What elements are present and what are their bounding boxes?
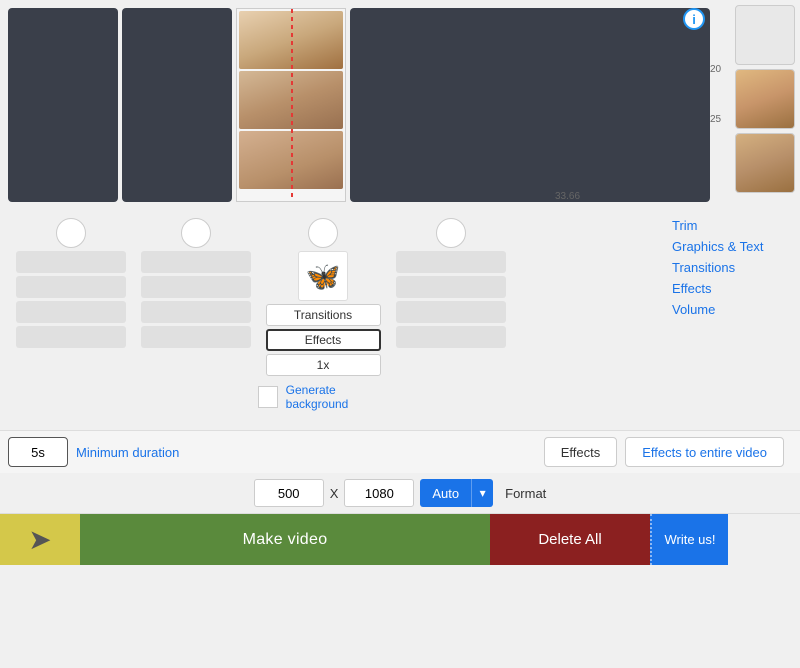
gen-checkbox[interactable]: [258, 386, 278, 408]
clip-circle-4: [436, 218, 466, 248]
arrow-indicator: ➤: [0, 514, 80, 565]
generate-bg-area: Generate background: [258, 383, 388, 411]
right-thumb-img-3: [736, 134, 794, 192]
right-thumbs: [735, 0, 800, 193]
clip-bar-2d: [141, 326, 251, 348]
dim-x-label: X: [330, 486, 339, 501]
sidebar-link-transitions[interactable]: Transitions: [672, 260, 792, 275]
red-line: [291, 9, 293, 201]
clip-bar-4c: [396, 301, 506, 323]
clip-bar-1c: [16, 301, 126, 323]
arrow-right-icon: ➤: [28, 523, 51, 556]
film-strip-panel: [236, 8, 346, 202]
generate-bg-text[interactable]: Generate background: [286, 383, 388, 411]
timeline-num-20: 20: [710, 65, 721, 75]
auto-button[interactable]: Auto: [420, 479, 471, 507]
right-thumb-3: [735, 133, 795, 193]
top-film-strip-section: i 33.66 20 25: [0, 0, 800, 210]
effects-button[interactable]: Effects: [266, 329, 381, 351]
right-thumb-img-2: [736, 70, 794, 128]
clip-bar-2c: [141, 301, 251, 323]
auto-group: Auto ▾: [420, 479, 493, 507]
speed-button[interactable]: 1x: [266, 354, 381, 376]
clip-column-center: 🦋 Transitions Effects 1x Generate backgr…: [258, 218, 388, 411]
sidebar-link-graphics-text[interactable]: Graphics & Text: [672, 239, 792, 254]
clip-bar-1a: [16, 251, 126, 273]
clip-bar-1d: [16, 326, 126, 348]
bottom-controls-bar: Minimum duration Effects Effects to enti…: [0, 430, 800, 473]
right-panel: 20 25: [710, 0, 800, 210]
clip-bar-4b: [396, 276, 506, 298]
clip-bar-4a: [396, 251, 506, 273]
clip-circle-1: [56, 218, 86, 248]
timestamp-33: 33.66: [555, 191, 580, 202]
height-input[interactable]: [344, 479, 414, 507]
right-thumb-blank: [735, 5, 795, 65]
info-icon[interactable]: i: [683, 8, 705, 30]
dark-panel-2: [122, 8, 232, 202]
right-sidebar: Trim Graphics & Text Transitions Effects…: [672, 218, 792, 317]
transitions-button[interactable]: Transitions: [266, 304, 381, 326]
dimension-bar: X Auto ▾ Format: [0, 473, 800, 513]
info-icon-label: i: [692, 12, 696, 27]
delete-all-button[interactable]: Delete All: [490, 514, 650, 565]
format-label: Format: [505, 486, 546, 501]
sidebar-link-effects[interactable]: Effects: [672, 281, 792, 296]
film-strip-area: [0, 0, 800, 210]
clip-bar-4d: [396, 326, 506, 348]
middle-section: 🦋 Transitions Effects 1x Generate backgr…: [0, 210, 800, 430]
clip-circle-center: [308, 218, 338, 248]
clip-bar-2a: [141, 251, 251, 273]
sidebar-link-volume[interactable]: Volume: [672, 302, 792, 317]
clip-column-1: [8, 218, 133, 348]
clip-bar-1b: [16, 276, 126, 298]
clip-bar-2b: [141, 276, 251, 298]
dark-panel-4: [350, 8, 710, 202]
effects-btn[interactable]: Effects: [544, 437, 618, 467]
width-input[interactable]: [254, 479, 324, 507]
effects-entire-btn[interactable]: Effects to entire video: [625, 437, 784, 467]
auto-chevron-button[interactable]: ▾: [471, 479, 493, 507]
timeline-num-25: 25: [710, 115, 721, 125]
butterfly-emoji: 🦋: [306, 260, 341, 293]
write-us-button[interactable]: Write us!: [650, 514, 728, 565]
butterfly-thumb: 🦋: [298, 251, 348, 301]
dark-panel-1: [8, 8, 118, 202]
make-video-button[interactable]: Make video: [80, 514, 490, 565]
clip-circle-2: [181, 218, 211, 248]
clip-column-2: [133, 218, 258, 348]
right-thumb-2: [735, 69, 795, 129]
clip-column-4: [388, 218, 513, 348]
make-video-bar: ➤ Make video Delete All Write us!: [0, 513, 800, 565]
duration-input[interactable]: [8, 437, 68, 467]
min-duration-label[interactable]: Minimum duration: [76, 445, 179, 460]
sidebar-link-trim[interactable]: Trim: [672, 218, 792, 233]
